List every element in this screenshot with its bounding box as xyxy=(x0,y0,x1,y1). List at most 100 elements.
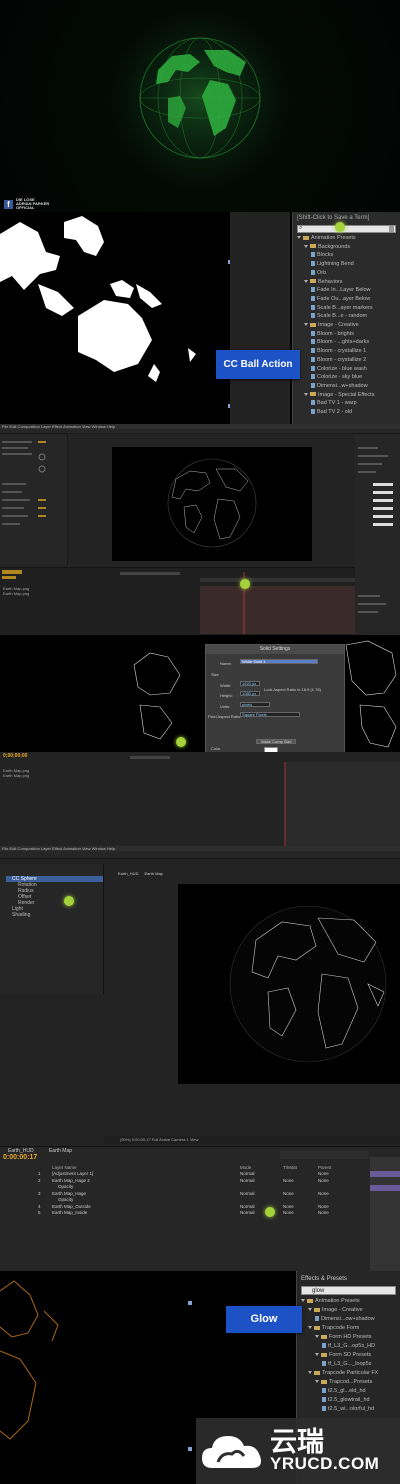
expand-arrow-icon[interactable] xyxy=(308,1371,312,1375)
presets-tree: Animation Presets Image - Creative Dimensi… xyxy=(297,1297,400,1414)
preset-item[interactable]: Bad TV 1 - warp xyxy=(293,399,400,408)
preset-item[interactable]: Bloom - crystallize 1 xyxy=(293,347,400,356)
preset-label: Bloom - ...ghts+darks xyxy=(317,339,370,346)
preset-item[interactable]: Colorize - sky blue xyxy=(293,373,400,382)
preset-folder[interactable]: Form HD Presets xyxy=(297,1333,400,1342)
preset-item[interactable]: tf_L3_G...op5s_HD xyxy=(297,1342,400,1351)
layer-name: [Adjustment Layer 1] xyxy=(52,1171,94,1176)
panel-title[interactable]: Effects & Presets xyxy=(297,1271,400,1284)
preset-item[interactable]: Lightning Bend xyxy=(293,260,400,269)
expand-arrow-icon[interactable] xyxy=(304,392,308,396)
layer-name: Opacity xyxy=(58,1184,74,1189)
transform-handle[interactable] xyxy=(188,1447,192,1451)
preset-item[interactable]: t2.5_glowtrail_hd xyxy=(297,1396,400,1405)
expand-arrow-icon[interactable] xyxy=(308,1308,312,1312)
preset-folder[interactable]: Animation Presets xyxy=(297,1297,400,1306)
expand-arrow-icon[interactable] xyxy=(297,236,301,240)
preset-folder[interactable]: Trapcode Particular FX xyxy=(297,1369,400,1378)
table-row[interactable]: 5 Earth Map_Inside Normal None None xyxy=(0,1210,400,1217)
preset-item[interactable]: Dimensi...ow+shadow xyxy=(297,1315,400,1324)
preset-folder[interactable]: Image - Creative xyxy=(297,1306,400,1315)
par-select[interactable]: Square Pixels xyxy=(240,712,300,717)
width-input[interactable]: 1920 px xyxy=(240,681,260,686)
preset-item[interactable]: Fade Ou...ayer Below xyxy=(293,295,400,304)
presets-search-input[interactable]: ⌕ xyxy=(297,225,396,233)
ae-interface-frame-1: File Edit Composition Layer Effect Anima… xyxy=(0,424,400,635)
expand-arrow-icon[interactable] xyxy=(315,1353,319,1357)
transform-handle[interactable] xyxy=(188,1301,192,1305)
viewer-controls[interactable]: (50%) 0;00;00;17 Full Active Camera 1 Vi… xyxy=(104,1136,400,1144)
green-globe-image xyxy=(112,10,288,186)
folder-icon xyxy=(310,244,316,249)
preset-item[interactable]: Blocks xyxy=(293,251,400,260)
preset-folder[interactable]: Backgrounds xyxy=(293,243,400,252)
preset-folder[interactable]: Behaviors xyxy=(293,278,400,287)
tab-earth-map[interactable]: Earth Map xyxy=(49,1148,72,1154)
preset-item[interactable]: Orb xyxy=(293,269,400,278)
preset-item[interactable]: Bloom - ...ghts+darks xyxy=(293,338,400,347)
folder-icon xyxy=(321,1352,327,1357)
expand-arrow-icon[interactable] xyxy=(315,1335,319,1339)
composition-viewer[interactable] xyxy=(112,447,312,561)
effect-controls-panel: CC Sphere Rotation Radius Offset Render Light… xyxy=(0,864,104,994)
timeline-layers: 1 [Adjustment Layer 1] Normal None 2 Earth Ma… xyxy=(0,1171,400,1217)
make-comp-size-button[interactable]: Make Comp Size xyxy=(256,739,296,744)
preset-item[interactable]: t2.5_wi...olorful_hd xyxy=(297,1405,400,1414)
effect-property[interactable]: Shading xyxy=(6,912,103,918)
preset-folder[interactable]: Trapcode Form xyxy=(297,1324,400,1333)
name-label: Name: xyxy=(220,661,232,666)
preset-item[interactable]: Scale B...e - random xyxy=(293,312,400,321)
tab-earth-hud[interactable]: Earth_HUD xyxy=(118,871,138,876)
timeline-layers: Earth Map.png Earth Map.png xyxy=(0,762,200,778)
expand-arrow-icon[interactable] xyxy=(304,244,308,248)
preset-label: Colorize - blue wash xyxy=(317,365,367,372)
preset-item[interactable]: Dimensi...w+shadow xyxy=(293,382,400,391)
preset-label: Trapcod...Presets xyxy=(329,1379,373,1385)
preset-label: Image - Creative xyxy=(318,322,359,329)
preset-file-icon xyxy=(311,252,315,258)
preset-item[interactable]: tf_L3_G..._loop5s xyxy=(297,1360,400,1369)
expand-arrow-icon[interactable] xyxy=(315,1380,319,1384)
preset-folder[interactable]: Form SD Presets xyxy=(297,1351,400,1360)
preset-folder[interactable]: Trapcod...Presets xyxy=(297,1378,400,1387)
layer-number: 1 xyxy=(38,1171,41,1176)
preset-label: Colorize - sky blue xyxy=(317,374,363,381)
preset-item[interactable]: Colorize - blue wash xyxy=(293,365,400,374)
preset-item[interactable]: t2.5_gl...eld_hd xyxy=(297,1387,400,1396)
lock-aspect-checkbox[interactable]: Lock Aspect Ratio to 16:9 (1.78) xyxy=(264,687,321,692)
dotted-globe-image xyxy=(229,905,387,1063)
solid-settings-dialog: Solid Settings Name: White Solid 1 Size … xyxy=(205,644,345,766)
height-input[interactable]: 1080 px xyxy=(240,691,260,696)
preset-folder[interactable]: Animation Presets xyxy=(293,234,400,243)
tool-bar[interactable] xyxy=(0,429,400,434)
layer-row[interactable]: Earth Map.png xyxy=(0,773,200,778)
layer-row[interactable]: Earth Map.png xyxy=(0,591,198,596)
composition-viewer[interactable] xyxy=(178,884,400,1084)
preset-item[interactable]: Bloom - crystallize 2 xyxy=(293,356,400,365)
preset-item[interactable]: Scale B...ayer markers xyxy=(293,304,400,313)
timecode[interactable]: 0;00;00;00 xyxy=(3,753,27,759)
cc-ball-action-callout: CC Ball Action xyxy=(216,350,300,379)
clear-icon[interactable] xyxy=(389,226,394,232)
glow-presets-frame: Effects & Presets glow Animation Presets… xyxy=(0,1271,400,1484)
preset-label: Bad TV 1 - warp xyxy=(317,400,357,407)
expand-arrow-icon[interactable] xyxy=(304,323,308,327)
expand-arrow-icon[interactable] xyxy=(304,279,308,283)
presets-search-input[interactable]: glow xyxy=(301,1286,396,1295)
preset-folder[interactable]: Image - Special Effects xyxy=(293,391,400,400)
timecode[interactable]: 0:00:00:17 xyxy=(3,1154,37,1161)
preset-item[interactable]: Bloom - brights xyxy=(293,330,400,339)
preset-file-icon xyxy=(322,1406,326,1412)
folder-icon xyxy=(314,1307,320,1312)
preset-item[interactable]: Fade In...Layer Below xyxy=(293,286,400,295)
preset-folder[interactable]: Image - Creative xyxy=(293,321,400,330)
expand-arrow-icon[interactable] xyxy=(301,1299,305,1303)
preset-file-icon xyxy=(311,287,315,293)
name-input[interactable]: White Solid 1 xyxy=(240,659,318,664)
expand-arrow-icon[interactable] xyxy=(308,1326,312,1330)
tab-earth-map[interactable]: Earth Map xyxy=(144,871,162,876)
preset-item[interactable]: Bad TV 2 - old xyxy=(293,408,400,417)
units-select[interactable]: pixels xyxy=(240,702,270,707)
col-layer-name: Layer Name xyxy=(52,1165,77,1170)
tool-bar[interactable] xyxy=(0,851,400,859)
